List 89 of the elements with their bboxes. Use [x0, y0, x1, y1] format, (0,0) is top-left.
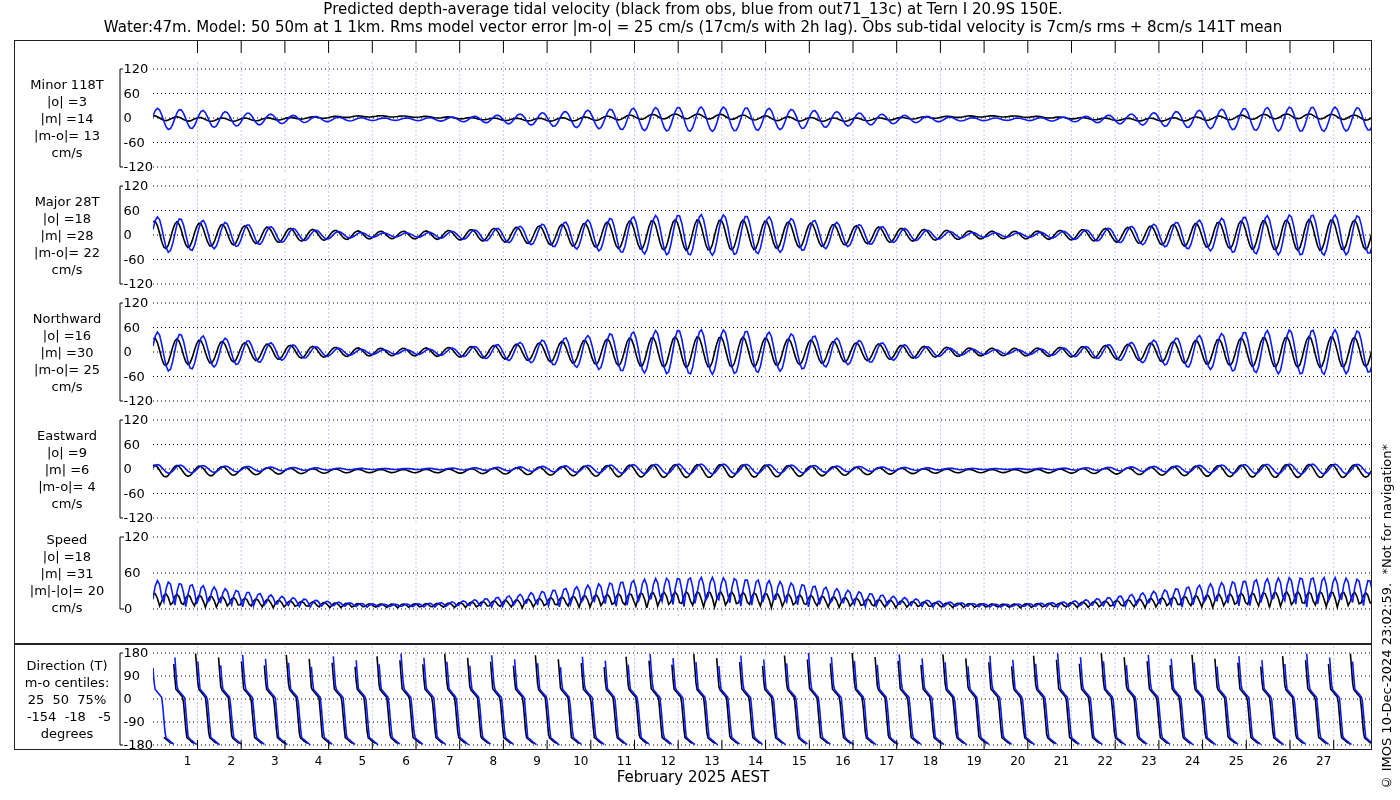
panel-label: Minor 118T [30, 75, 104, 93]
chart-subtitle: Water:47m. Model: 50 50m at 1 1km. Rms model vector error |m-o| = 25 cm/s (17cm/s with 2h lag). Obs sub-tidal velocity is 7cm/s rms + 8cm/s 141T mean [103, 18, 1283, 36]
x-tick-label: 7 [445, 754, 454, 768]
panel-label: m-o centiles: [24, 673, 110, 691]
x-tick-label: 1 [183, 754, 192, 768]
y-tick-label: 120 [123, 413, 150, 427]
panel-label: degrees [40, 724, 94, 742]
y-tick-label: 0 [123, 111, 133, 125]
y-tick-label: 60 [123, 203, 142, 218]
y-tick-label: 90 [123, 669, 142, 683]
panel-label: |o| =9 [47, 443, 87, 461]
x-tick-label: 3 [271, 754, 279, 768]
y-tick-label: 60 [123, 86, 142, 101]
y-tick-label: 0 [123, 228, 133, 242]
panel-label: cm/s [51, 598, 83, 616]
panel-label: |o| =3 [47, 92, 87, 110]
panel-label: cm/s [51, 143, 83, 161]
x-tick-label: 2 [227, 754, 235, 768]
panel-label: Eastward [37, 426, 97, 444]
x-tick-label: 23 [1141, 754, 1157, 768]
y-tick-label: 120 [123, 62, 150, 76]
x-tick-label: 19 [966, 754, 982, 768]
panel-label: |o| =16 [42, 326, 92, 344]
panel-label: |m| =14 [40, 109, 94, 127]
panel-label: |m-o|= 4 [38, 477, 96, 495]
panel-label: |m-o|= 13 [34, 126, 100, 144]
x-tick-label: 24 [1184, 754, 1201, 768]
y-tick-label: -180 [123, 738, 153, 749]
panel-label: |m| =30 [40, 343, 94, 361]
panel-label: 25 50 75% [27, 690, 107, 708]
y-tick-label: -60 [123, 486, 146, 501]
x-tick-label: 18 [922, 754, 939, 768]
y-tick-label: -60 [123, 369, 146, 384]
y-tick-label: 0 [123, 345, 133, 359]
panel-label: |o| =18 [42, 547, 92, 565]
y-tick-label: 120 [123, 296, 150, 310]
y-tick-label: 180 [123, 646, 150, 660]
y-tick-label: 0 [123, 692, 133, 706]
x-tick-label: 13 [704, 754, 720, 768]
y-tick-label: 60 [124, 566, 142, 580]
x-tick-label: 12 [660, 754, 676, 768]
y-tick-label: -90 [123, 715, 146, 729]
y-tick-label: 120 [123, 179, 150, 193]
x-tick-label: 27 [1316, 754, 1332, 768]
y-tick-label: -60 [123, 135, 146, 150]
y-tick-label: -120 [123, 277, 153, 291]
x-tick-label: 11 [616, 754, 633, 768]
y-tick-label: 0 [123, 462, 133, 476]
x-tick-label: 6 [402, 754, 410, 768]
x-tick-label: 21 [1053, 754, 1070, 768]
panel-label: cm/s [51, 494, 83, 512]
panel-label: |o| =18 [42, 209, 92, 227]
panel-label: Major 28T [34, 192, 100, 210]
panel-label: |m| =6 [44, 460, 90, 478]
panel-label: |m|-|o|= 20 [29, 581, 105, 599]
x-tick-label: 10 [573, 754, 589, 768]
x-axis-title: February 2025 AEST [616, 768, 770, 786]
chart-title: Predicted depth-average tidal velocity (black from obs, blue from out71_13c) at Tern I 20.9S 150E. [323, 0, 1063, 18]
panel-label: |m| =31 [40, 564, 94, 582]
copyright-note: © IMOS 10-Dec-2024 23:02:59. *Not for navigation* [1378, 443, 1394, 790]
x-tick-label: 9 [533, 754, 541, 768]
x-tick-label: 17 [879, 754, 895, 768]
y-tick-label: -120 [123, 511, 153, 525]
x-tick-label: 4 [314, 754, 323, 768]
y-tick-label: -60 [123, 252, 146, 267]
y-tick-label: -120 [123, 394, 153, 408]
panel-label: Speed [46, 530, 88, 548]
panel-label: |m-o|= 25 [34, 360, 100, 378]
x-tick-label: 5 [358, 754, 367, 768]
panel-label: |m-o|= 22 [34, 243, 100, 261]
x-tick-label: 8 [489, 754, 498, 768]
x-tick-label: 26 [1272, 754, 1288, 768]
panel-label: cm/s [51, 377, 83, 395]
y-tick-label: 0 [124, 602, 134, 616]
panel-label: -154 -18 -5 [25, 707, 112, 725]
y-tick-label: -120 [123, 160, 153, 174]
x-tick-label: 20 [1010, 754, 1026, 768]
panel-label: Direction (T) [26, 656, 108, 674]
x-tick-label: 16 [835, 754, 851, 768]
y-tick-label: 60 [123, 437, 142, 452]
x-tick-label: 22 [1097, 754, 1113, 768]
panel-label: Northward [32, 309, 102, 327]
panel-label: cm/s [51, 260, 83, 278]
y-tick-label: 60 [123, 320, 142, 335]
x-tick-label: 14 [747, 754, 764, 768]
x-tick-label: 15 [791, 754, 807, 768]
x-tick-label: 25 [1228, 754, 1244, 768]
y-tick-label: 120 [124, 530, 149, 544]
panel-label: |m| =28 [40, 226, 94, 244]
